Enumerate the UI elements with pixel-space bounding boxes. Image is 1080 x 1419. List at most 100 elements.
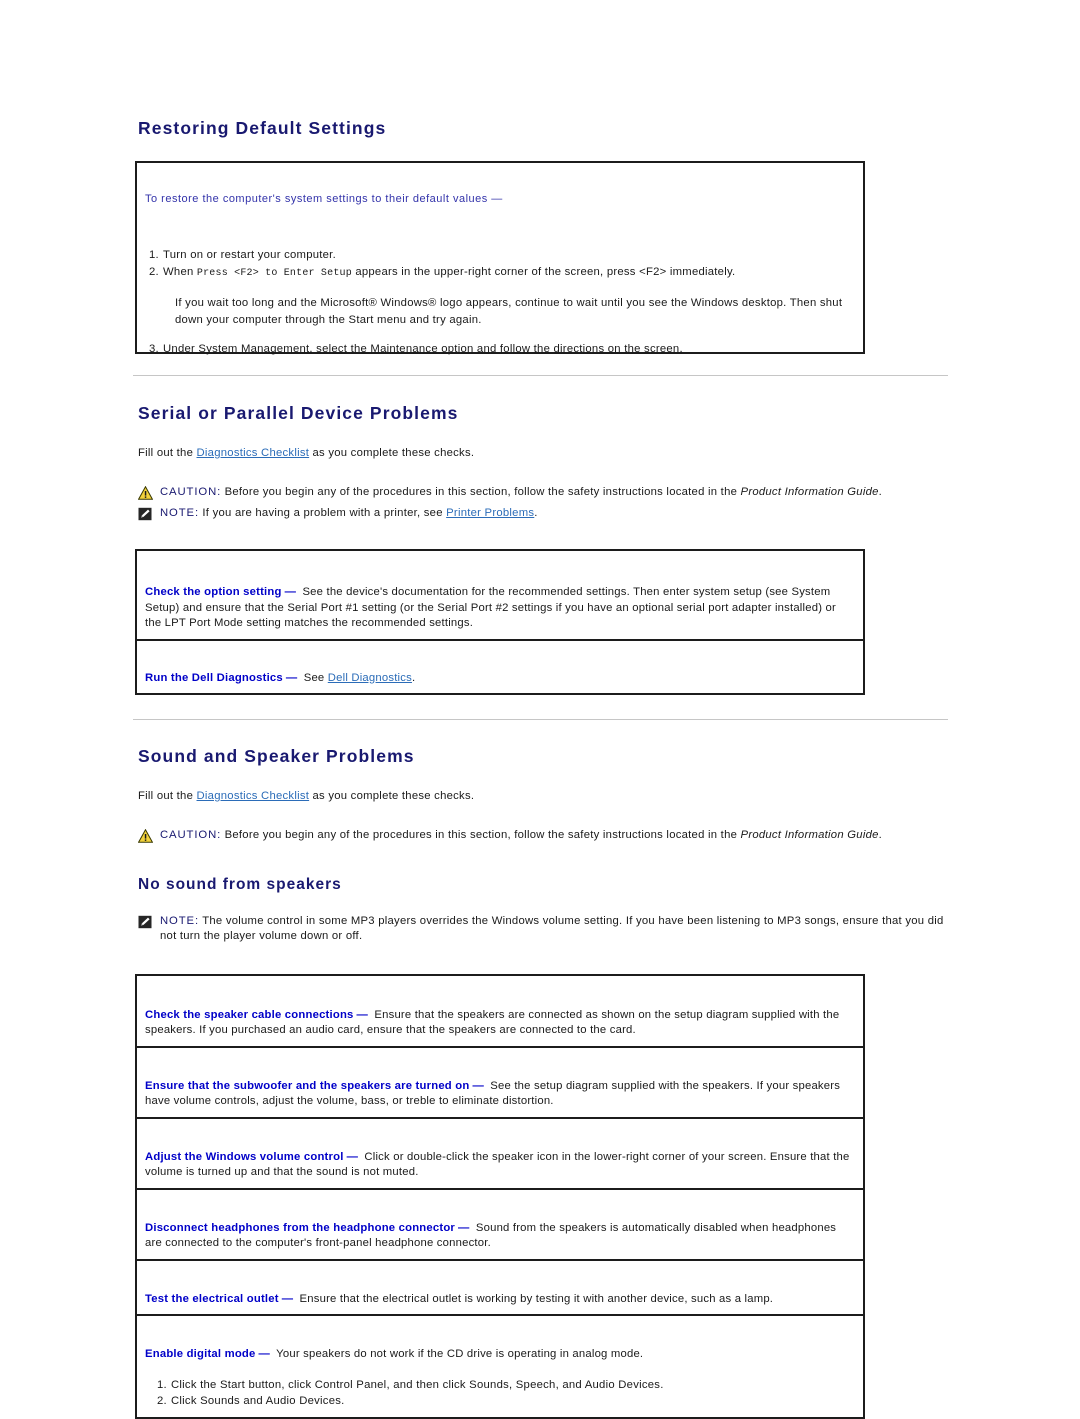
caution-body-pre: Before you begin any of the procedures i… [221,829,741,841]
note-body-pre: If you are having a problem with a print… [199,506,447,519]
serial-fill-out-paragraph: Fill out the Diagnostics Checklist as yo… [138,446,948,461]
note-body-post: . [534,506,538,519]
page-title-serial-parallel-device-problems: Serial or Parallel Device Problems [138,403,459,423]
check-label: Adjust the Windows volume control [145,1150,344,1163]
page-title-sound-and-speaker-problems: Sound and Speaker Problems [138,746,415,766]
table-row: Check the speaker cable connections — Ens… [137,976,863,1048]
document-page: Restoring Default Settings To restore th… [0,0,1080,1419]
step-number: 1. [157,1378,167,1391]
caution-label: CAUTION: [160,486,222,498]
note-admonition-mp3: NOTE: The volume control in some MP3 pla… [138,914,953,945]
step-number: 3. [149,343,159,355]
note-pencil-icon [138,915,153,929]
fill-out-post: as you complete these checks. [309,447,475,459]
check-dash: — [258,1348,271,1360]
check-body-post: . [411,671,416,684]
check-dash: — [284,586,297,598]
check-item-run-dell-diagnostics: Run the Dell Diagnostics — See Dell Diagn… [145,671,855,687]
check-item-test-electrical-outlet: Test the electrical outlet — Ensure that … [145,1292,855,1308]
check-label: Enable digital mode [145,1348,256,1360]
step-text: Turn on or restart your computer. [163,249,336,261]
table-row: Check the option setting — See the device… [137,551,863,641]
link-diagnostics-checklist[interactable]: Diagnostics Checklist [197,790,310,802]
caution-guide-name: Product Information Guide [740,486,879,498]
list-item: 3. Under System Management, select the M… [137,341,863,358]
step-text: When Press <F2> to Enter Setup appears i… [163,264,863,283]
link-printer-problems[interactable]: Printer Problems [446,507,534,519]
check-dash: — [472,1079,484,1092]
note-label: NOTE: [160,914,200,927]
step-text: Click the Start button, click Control Pa… [171,1378,664,1391]
check-body: Ensure that the electrical outlet is wor… [296,1292,774,1305]
caution-admonition-sound: CAUTION: Before you begin any of the pro… [137,828,948,844]
check-body: See [300,671,328,684]
fill-out-pre: Fill out the [138,447,197,459]
table-row: Disconnect headphones from the headphone… [137,1190,863,1261]
check-label: Disconnect headphones from the headphone… [145,1221,456,1234]
section-divider [133,719,948,720]
check-label: Ensure that the subwoofer and the speake… [145,1079,470,1092]
serial-parallel-checks-table: Check the option setting — See the device… [135,549,865,695]
restoring-procedure-box: To restore the computer's system setting… [135,161,865,355]
table-row: Adjust the Windows volume control — Click… [137,1119,863,1190]
caution-text: CAUTION: Before you begin any of the pro… [160,828,882,844]
check-label: Test the electrical outlet [145,1292,279,1305]
subsection-title-no-sound-from-speakers: No sound from speakers [138,875,342,893]
restore-steps-list-continued: 3. Under System Management, select the M… [137,341,863,358]
caution-admonition-serial: CAUTION: Before you begin any of the pro… [137,485,948,501]
note-label: NOTE: [160,506,200,519]
check-item-enable-digital-mode: Enable digital mode — Your speakers do no… [145,1347,855,1363]
table-row: Test the electrical outlet — Ensure that … [137,1261,863,1316]
step-number: 2. [149,265,159,278]
check-item-speaker-cable-connections: Check the speaker cable connections — Ens… [145,1008,855,1039]
list-item: 2. When Press <F2> to Enter Setup appear… [137,264,863,283]
check-label: Check the speaker cable connections [145,1008,354,1021]
step-text: Click Sounds and Audio Devices. [171,1395,345,1407]
restore-steps-list: 1. Turn on or restart your computer. 2. … [137,247,863,282]
section-divider [133,375,948,376]
fill-out-post: as you complete these checks. [309,790,475,802]
step-text: Under System Management, select the Main… [163,343,683,355]
check-dash: — [356,1008,369,1021]
caution-body-pre: Before you begin any of the procedures i… [221,486,741,498]
note-text: NOTE: The volume control in some MP3 pla… [160,914,953,945]
check-dash: — [285,671,298,684]
check-item-disconnect-headphones: Disconnect headphones from the headphone… [145,1221,855,1252]
check-dash: — [281,1292,294,1305]
sound-speaker-checks-table: Check the speaker cable connections — Ens… [135,973,865,1419]
step-number: 1. [149,249,159,261]
step-number: 2. [157,1395,167,1407]
check-label: Run the Dell Diagnostics [145,671,283,684]
check-item-option-setting: Check the option setting — See the device… [145,585,855,632]
step-text-pre: When [163,265,197,278]
table-row: Enable digital mode — Your speakers do no… [137,1316,863,1417]
caution-triangle-icon [137,828,154,843]
list-item: 2. Click Sounds and Audio Devices. [145,1393,855,1410]
note-body: The volume control in some MP3 players o… [160,914,944,943]
table-row: Run the Dell Diagnostics — See Dell Diagn… [137,641,863,694]
list-item: 1. Click the Start button, click Control… [145,1377,855,1394]
check-item-subwoofer-speakers-on: Ensure that the subwoofer and the speake… [145,1079,855,1110]
check-body: Your speakers do not work if the CD driv… [273,1348,644,1360]
caution-guide-name: Product Information Guide [740,829,879,841]
step-text-post: appears in the upper-right corner of the… [351,265,736,278]
caution-label: CAUTION: [160,829,222,841]
link-dell-diagnostics[interactable]: Dell Diagnostics [328,672,412,684]
note-admonition-serial: NOTE: If you are having a problem with a… [138,506,948,522]
caution-text: CAUTION: Before you begin any of the pro… [160,485,882,501]
check-label: Check the option setting [145,586,282,598]
sound-fill-out-paragraph: Fill out the Diagnostics Checklist as yo… [138,789,948,804]
caution-body-post: . [878,486,883,498]
restore-intro-text: To restore the computer's system setting… [145,193,503,205]
keyboard-prompt-text: Press <F2> to Enter Setup [196,267,352,279]
caution-body-post: . [878,829,883,841]
table-row: Ensure that the subwoofer and the speake… [137,1048,863,1119]
caution-triangle-icon [137,485,154,500]
fill-out-pre: Fill out the [138,790,197,802]
check-item-adjust-windows-volume: Adjust the Windows volume control — Click… [145,1150,855,1181]
link-diagnostics-checklist[interactable]: Diagnostics Checklist [197,447,310,459]
check-dash: — [458,1221,470,1234]
document-content: Restoring Default Settings To restore th… [133,118,948,1419]
note-pencil-icon [138,507,153,521]
note-text: NOTE: If you are having a problem with a… [160,506,538,522]
